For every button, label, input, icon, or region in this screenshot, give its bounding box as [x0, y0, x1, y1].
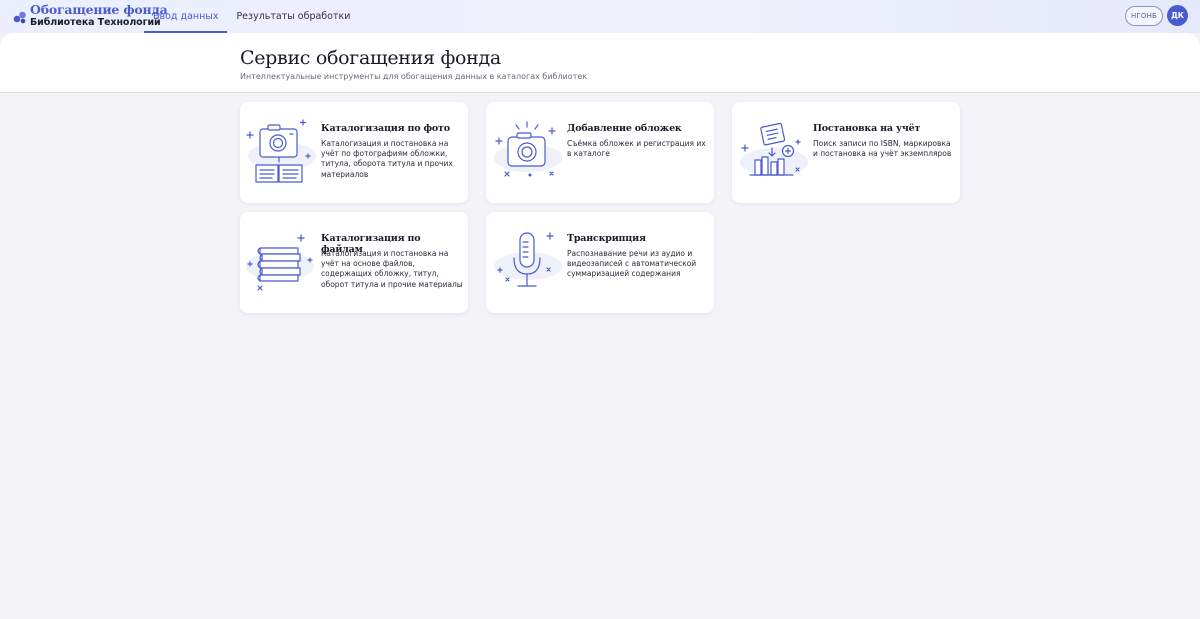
card-title: Транскрипция — [567, 233, 646, 244]
avatar[interactable]: ДК — [1167, 5, 1188, 26]
card-add-covers[interactable]: Добавление обложек Съёмка обложек и реги… — [486, 102, 714, 203]
card-description: Каталогизация и постановка на учёт на ос… — [321, 249, 463, 289]
tab-data-input[interactable]: Ввод данных — [144, 0, 228, 33]
card-title: Добавление обложек — [567, 123, 682, 134]
camera-flash-icon — [494, 121, 562, 177]
card-description: Каталогизация и постановка на учёт по фо… — [321, 139, 453, 179]
book-stack-icon — [246, 234, 314, 291]
microphone-icon — [494, 232, 562, 287]
card-title: Постановка на учёт — [813, 123, 921, 134]
books-add-icon — [740, 122, 808, 176]
card-transcription[interactable]: Транскрипция Распознавание речи из аудио… — [486, 212, 714, 313]
page-header: Сервис обогащения фонда Интеллектуальные… — [0, 33, 1200, 93]
card-description: Распознавание речи из аудио и видеозапис… — [567, 249, 697, 279]
card-registration[interactable]: Постановка на учёт Поиск записи по ISBN,… — [732, 102, 960, 203]
top-bar: Обогащение фонда Библиотека Технологий В… — [0, 0, 1200, 33]
card-catalog-by-files[interactable]: Каталогизация по файлам Каталогизация и … — [240, 212, 468, 313]
card-title: Каталогизация по фото — [321, 123, 450, 134]
page-subtitle: Интеллектуальные инструменты для обогаще… — [240, 72, 588, 81]
main-nav: Ввод данных Результаты обработки — [144, 0, 359, 33]
camera-book-icon — [246, 119, 316, 183]
card-catalog-by-photo[interactable]: Каталогизация по фото Каталогизация и по… — [240, 102, 468, 203]
card-description: Съёмка обложек и регистрация их в катало… — [567, 139, 706, 159]
organization-button[interactable]: НГОНБ — [1125, 6, 1163, 26]
card-description: Поиск записи по ISBN, маркировка и поста… — [813, 139, 952, 159]
page-title: Сервис обогащения фонда — [240, 47, 501, 69]
tab-processing-results[interactable]: Результаты обработки — [227, 0, 359, 33]
logo-icon — [13, 11, 26, 23]
